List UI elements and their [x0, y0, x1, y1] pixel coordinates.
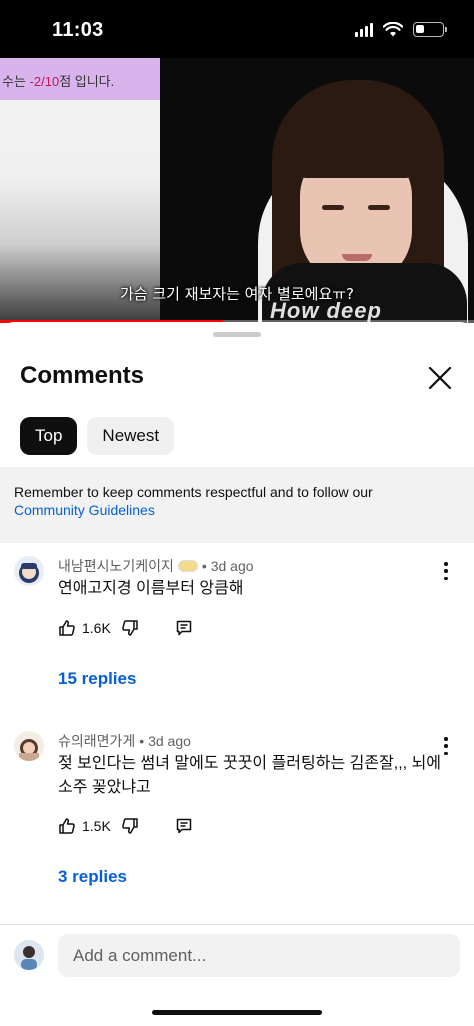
status-time: 11:03: [52, 19, 104, 41]
avatar: [14, 940, 44, 970]
view-replies-button[interactable]: 3 replies: [58, 867, 127, 887]
dislike-button[interactable]: [121, 619, 139, 637]
dislike-button[interactable]: [121, 817, 139, 835]
comment-meta: 내남편시노기케이지 • 3d ago: [58, 556, 254, 576]
reply-comment-icon: [176, 818, 192, 834]
comment-time: • 3d ago: [139, 733, 191, 749]
comment-actions: 1.6K: [58, 619, 193, 637]
sheet-drag-handle[interactable]: [213, 332, 261, 337]
battery-icon: [413, 22, 447, 37]
community-guidelines-link[interactable]: Community Guidelines: [14, 501, 460, 519]
avatar[interactable]: [14, 731, 44, 761]
comments-sheet: Comments Top Newest Remember to keep com…: [0, 322, 474, 1026]
comment-author[interactable]: 내남편시노기케이지: [58, 556, 174, 576]
chip-newest[interactable]: Newest: [87, 417, 175, 455]
status-bar: 11:03: [0, 0, 474, 58]
avatar[interactable]: [14, 556, 44, 586]
thumbs-up-icon: [59, 818, 75, 834]
comment-author[interactable]: 슈의래면가게: [58, 731, 135, 751]
video-overlay-banner: 수는 -2/10점 입니다.: [0, 58, 160, 100]
divider: [0, 924, 474, 925]
video-player[interactable]: 수는 -2/10점 입니다. How deep 가슴 크기 재보자는 여자 별로…: [0, 58, 474, 323]
like-count: 1.6K: [82, 620, 111, 636]
status-icons: [355, 22, 447, 37]
close-icon[interactable]: [426, 364, 454, 392]
member-badge-icon: [177, 560, 198, 572]
banner-prefix: 수는: [2, 74, 30, 89]
sort-chips: Top Newest: [20, 417, 175, 455]
person-bangs: [294, 128, 418, 178]
thumbs-down-icon: [121, 620, 138, 636]
reply-comment-icon: [176, 620, 192, 636]
like-button[interactable]: 1.6K: [58, 619, 111, 637]
cellular-signal-icon: [355, 22, 373, 37]
chip-top[interactable]: Top: [20, 417, 78, 455]
wifi-icon: [383, 22, 403, 37]
notice-text: Remember to keep comments respectful and…: [14, 484, 373, 500]
battery-level: [416, 25, 424, 33]
view-replies-button[interactable]: 15 replies: [58, 669, 136, 689]
person-right-eye: [368, 205, 390, 210]
comments-title: Comments: [20, 362, 145, 389]
comment-text: 젖 보인다는 썸녀 말에도 꿋꿋이 플러팅하는 김존잘,,, 뇌에 소주 꽂았냐…: [58, 755, 442, 796]
thumbs-up-icon: [59, 620, 75, 636]
banner-suffix: 점 입니다.: [59, 74, 115, 89]
reply-button[interactable]: [175, 817, 193, 835]
comment-text: 연애고지경 이름부터 앙큼해: [58, 580, 244, 597]
video-caption: 가슴 크기 재보자는 여자 별로에요ㅠ?: [119, 285, 355, 303]
banner-score: -2/10: [29, 74, 60, 89]
person-mouth: [342, 254, 372, 261]
home-indicator[interactable]: [152, 1010, 322, 1015]
comment-time: • 3d ago: [201, 558, 254, 574]
like-count: 1.5K: [82, 818, 111, 834]
comment-actions: 1.5K: [58, 817, 193, 835]
add-comment-input[interactable]: Add a comment...: [58, 934, 460, 977]
reply-button[interactable]: [175, 619, 193, 637]
person-left-eye: [322, 205, 344, 210]
thumbs-down-icon: [121, 818, 138, 834]
like-button[interactable]: 1.5K: [58, 817, 111, 835]
community-notice: Remember to keep comments respectful and…: [0, 467, 474, 543]
comment-meta: 슈의래면가게 • 3d ago: [58, 731, 191, 751]
